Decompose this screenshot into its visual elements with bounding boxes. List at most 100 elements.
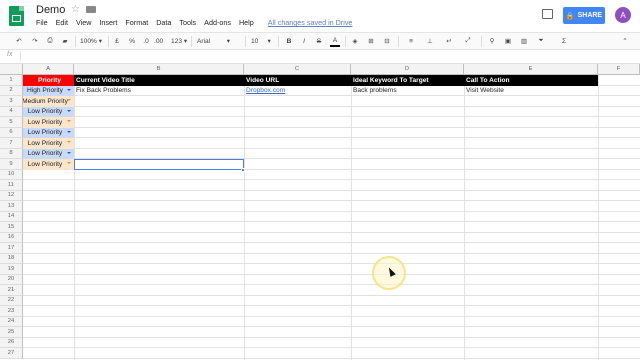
cell-video-url-link[interactable]: Dropbox.com: [244, 86, 351, 97]
menu-edit[interactable]: Edit: [56, 18, 68, 27]
functions-button[interactable]: Σ: [559, 35, 569, 47]
document-title[interactable]: Demo: [36, 4, 65, 16]
priority-dropdown-cell[interactable]: Low Priority: [23, 106, 74, 117]
filter-icon[interactable]: ⏷: [536, 35, 546, 47]
row-header[interactable]: 5: [0, 117, 23, 128]
dropdown-arrow-icon[interactable]: [67, 109, 71, 112]
priority-dropdown-cell[interactable]: High Priority: [23, 85, 74, 96]
italic-button[interactable]: I: [299, 35, 309, 47]
redo-icon[interactable]: ↷: [30, 35, 40, 47]
print-icon[interactable]: ⎙: [45, 35, 55, 47]
row-header[interactable]: 26: [0, 337, 23, 348]
saved-status-link[interactable]: All changes saved in Drive: [268, 18, 353, 27]
column-header-c[interactable]: C: [244, 64, 351, 75]
priority-dropdown-cell[interactable]: Low Priority: [23, 138, 74, 149]
row-header[interactable]: 13: [0, 201, 23, 212]
column-header-d[interactable]: D: [351, 64, 464, 75]
dropdown-arrow-icon[interactable]: [67, 130, 71, 133]
menu-help[interactable]: Help: [239, 18, 254, 27]
row-header[interactable]: 27: [0, 348, 23, 359]
undo-icon[interactable]: ↶: [14, 35, 24, 47]
sheets-logo-icon[interactable]: [9, 6, 24, 26]
collapse-toolbar-icon[interactable]: ⌃: [620, 35, 630, 47]
share-button[interactable]: 🔒 SHARE: [563, 7, 605, 24]
cell-call-to-action[interactable]: Visit Website: [464, 86, 598, 97]
menu-insert[interactable]: Insert: [99, 18, 117, 27]
font-size-select[interactable]: 10 ▾: [251, 35, 271, 47]
menu-file[interactable]: File: [36, 18, 48, 27]
row-header[interactable]: 1: [0, 75, 23, 86]
more-formats-select[interactable]: 123 ▾: [171, 35, 187, 47]
row-header[interactable]: 23: [0, 306, 23, 317]
row-header[interactable]: 6: [0, 127, 23, 138]
formula-input[interactable]: [26, 52, 626, 62]
strikethrough-button[interactable]: S: [314, 35, 324, 47]
row-header[interactable]: 16: [0, 232, 23, 243]
row-header[interactable]: 11: [0, 180, 23, 191]
priority-dropdown-cell[interactable]: Low Priority: [23, 117, 74, 128]
insert-chart-icon[interactable]: ▥: [519, 35, 529, 47]
text-rotation-icon[interactable]: ⤢: [463, 35, 473, 47]
dropdown-arrow-icon[interactable]: [67, 151, 71, 154]
header-video-url[interactable]: Video URL: [244, 75, 351, 86]
insert-comment-icon[interactable]: ▣: [503, 35, 513, 47]
row-header[interactable]: 15: [0, 222, 23, 233]
column-header-a[interactable]: A: [23, 64, 74, 75]
row-header[interactable]: 25: [0, 327, 23, 338]
menu-tools[interactable]: Tools: [179, 18, 196, 27]
row-header[interactable]: 24: [0, 316, 23, 327]
vertical-align-icon[interactable]: ⊥: [425, 35, 435, 47]
cell-keyword[interactable]: Back problems: [351, 86, 464, 97]
row-header[interactable]: 18: [0, 253, 23, 264]
row-header[interactable]: 10: [0, 169, 23, 180]
row-header[interactable]: 4: [0, 106, 23, 117]
header-priority[interactable]: Priority: [23, 75, 74, 86]
row-header[interactable]: 2: [0, 85, 23, 96]
star-icon[interactable]: ☆: [71, 4, 80, 15]
avatar[interactable]: A: [615, 7, 631, 23]
row-header[interactable]: 20: [0, 274, 23, 285]
dropdown-arrow-icon[interactable]: [67, 162, 71, 164]
folder-icon[interactable]: [86, 6, 96, 13]
column-header-b[interactable]: B: [74, 64, 244, 75]
header-current-video-title[interactable]: Current Video Title: [74, 75, 244, 86]
dropdown-arrow-icon[interactable]: [67, 120, 71, 122]
dropdown-arrow-icon[interactable]: [67, 88, 71, 91]
dropdown-arrow-icon[interactable]: [67, 141, 71, 143]
borders-icon[interactable]: ⊞: [366, 35, 376, 47]
menu-data[interactable]: Data: [156, 18, 171, 27]
insert-link-icon[interactable]: ⚲: [487, 35, 497, 47]
text-color-button[interactable]: A: [330, 35, 340, 47]
row-header[interactable]: 21: [0, 285, 23, 296]
paint-format-icon[interactable]: ▰: [60, 35, 70, 47]
header-ideal-keyword[interactable]: Ideal Keyword To Target: [351, 75, 464, 86]
select-all-corner[interactable]: [0, 64, 23, 75]
zoom-select[interactable]: 100% ▾: [80, 35, 102, 47]
row-header[interactable]: 9: [0, 159, 23, 170]
priority-dropdown-cell[interactable]: Low Priority: [23, 127, 74, 138]
column-header-e[interactable]: E: [464, 64, 598, 75]
fill-handle[interactable]: [241, 168, 245, 172]
merge-cells-icon[interactable]: ⊟: [382, 35, 392, 47]
fill-color-icon[interactable]: ◈: [350, 35, 360, 47]
text-wrap-icon[interactable]: ↵: [444, 35, 454, 47]
comment-icon[interactable]: [542, 9, 553, 19]
priority-dropdown-cell[interactable]: Medium Priority: [23, 96, 74, 107]
selected-cell-b9[interactable]: [74, 159, 244, 170]
row-header[interactable]: 14: [0, 211, 23, 222]
dropdown-arrow-icon[interactable]: [67, 99, 71, 101]
row-header[interactable]: 19: [0, 264, 23, 275]
menu-addons[interactable]: Add-ons: [204, 18, 231, 27]
priority-dropdown-cell[interactable]: Low Priority: [23, 148, 74, 159]
percent-format-button[interactable]: %: [127, 35, 137, 47]
menu-format[interactable]: Format: [125, 18, 148, 27]
menu-view[interactable]: View: [76, 18, 91, 27]
currency-format-button[interactable]: £: [112, 35, 122, 47]
row-header[interactable]: 7: [0, 138, 23, 149]
increase-decimal-button[interactable]: .00: [154, 35, 163, 47]
bold-button[interactable]: B: [284, 35, 294, 47]
header-call-to-action[interactable]: Call To Action: [464, 75, 598, 86]
column-header-f[interactable]: F: [598, 64, 640, 75]
row-header[interactable]: 12: [0, 190, 23, 201]
priority-dropdown-cell[interactable]: Low Priority: [23, 159, 74, 170]
